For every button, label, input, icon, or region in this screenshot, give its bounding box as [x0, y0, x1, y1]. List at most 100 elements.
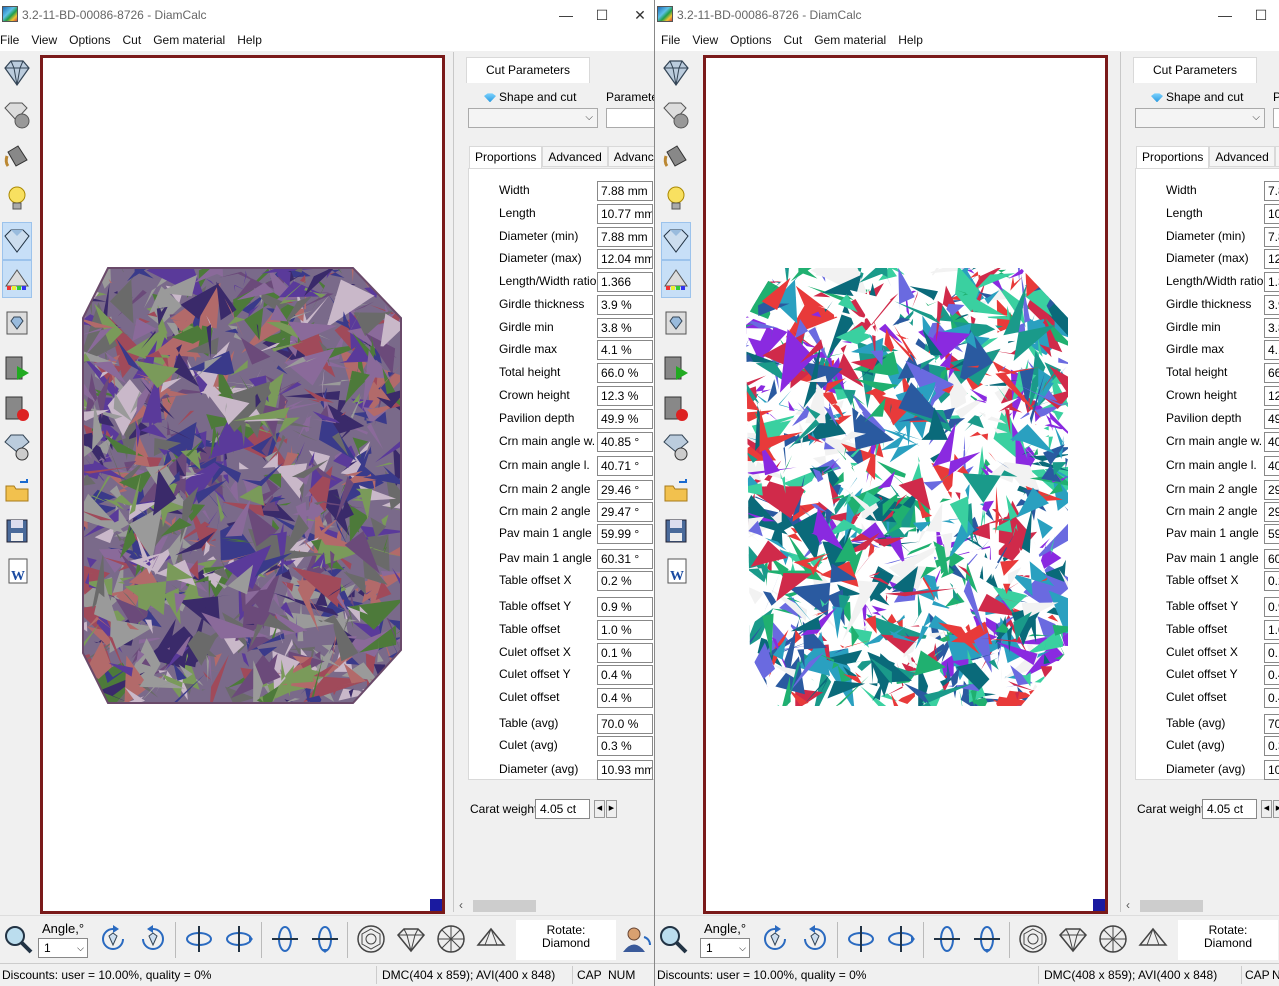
proportion-value-field[interactable]: 59: [1264, 524, 1279, 544]
rotate-vertical-left-icon[interactable]: [843, 922, 879, 956]
video-play-icon[interactable]: [661, 350, 691, 388]
proportion-value-field[interactable]: 0.4: [1264, 665, 1279, 685]
proportion-value-field[interactable]: 60: [1264, 549, 1279, 569]
proportion-value-field[interactable]: 29.47 °: [597, 502, 653, 522]
video-record-icon[interactable]: [661, 390, 691, 428]
proportion-value-field[interactable]: 12: [1264, 386, 1279, 406]
view-bottom-icon[interactable]: [433, 922, 469, 956]
carat-weight-field[interactable]: 4.05 ct: [1202, 799, 1257, 819]
menu-file[interactable]: File: [0, 30, 25, 50]
proportion-value-field[interactable]: 1.3: [1264, 272, 1279, 292]
view-side-icon[interactable]: [393, 922, 429, 956]
save-disk-icon[interactable]: [661, 512, 691, 550]
proportion-value-field[interactable]: 1.366: [597, 272, 653, 292]
zoom-icon[interactable]: [655, 922, 691, 956]
light-bulb-icon[interactable]: [2, 180, 32, 218]
menu-view[interactable]: View: [686, 30, 724, 50]
proportion-value-field[interactable]: 49: [1264, 409, 1279, 429]
scroll-left-icon[interactable]: ‹: [1126, 898, 1130, 912]
carat-weight-field[interactable]: 4.05 ct: [535, 799, 590, 819]
save-disk-icon[interactable]: [2, 512, 32, 550]
menu-view[interactable]: View: [25, 30, 63, 50]
gem-wheel-icon[interactable]: [2, 428, 32, 466]
shape-dropdown[interactable]: ⌵: [1135, 108, 1265, 128]
scroll-thumb[interactable]: [473, 900, 536, 912]
tab-advanced-2[interactable]: Ad: [1274, 146, 1279, 167]
proportion-value-field[interactable]: 7.8: [1264, 181, 1279, 201]
proportion-value-field[interactable]: 66.0 %: [597, 363, 653, 383]
gem-view-canvas[interactable]: [703, 55, 1108, 914]
angle-select[interactable]: 1 ⌵: [700, 938, 750, 958]
diamond-render-icon[interactable]: [661, 222, 691, 260]
rotate-mode-box[interactable]: Rotate: Diamond: [516, 920, 616, 960]
rotate-cw-icon[interactable]: [95, 922, 131, 956]
tab-proportions[interactable]: Proportions: [1136, 146, 1210, 169]
proportion-value-field[interactable]: 7.8: [1264, 227, 1279, 247]
angle-select[interactable]: 1 ⌵: [38, 938, 88, 958]
proportion-value-field[interactable]: 12: [1264, 249, 1279, 269]
menu-help[interactable]: Help: [231, 30, 268, 50]
video-play-icon[interactable]: [2, 350, 32, 388]
menu-cut[interactable]: Cut: [117, 30, 148, 50]
zoom-icon[interactable]: [0, 922, 36, 956]
view-top-icon[interactable]: [353, 922, 389, 956]
proportion-value-field[interactable]: 12.04 mm: [597, 249, 653, 269]
proportion-value-field[interactable]: 29: [1264, 502, 1279, 522]
menu-gem-material[interactable]: Gem material: [147, 30, 231, 50]
proportion-value-field[interactable]: 10: [1264, 760, 1279, 780]
proportion-value-field[interactable]: 0.9 %: [597, 597, 653, 617]
rotate-vertical-left-icon[interactable]: [181, 922, 217, 956]
menu-file[interactable]: File: [655, 30, 686, 50]
open-folder-icon[interactable]: [2, 472, 32, 510]
maximize-button[interactable]: ☐: [592, 6, 612, 24]
proportion-value-field[interactable]: 0.4 %: [597, 688, 653, 708]
proportion-value-field[interactable]: 59.99 °: [597, 524, 653, 544]
proportion-value-field[interactable]: 1.0: [1264, 620, 1279, 640]
carat-decrement-button[interactable]: ◀: [1261, 800, 1272, 818]
proportion-value-field[interactable]: 60.31 °: [597, 549, 653, 569]
menu-help[interactable]: Help: [892, 30, 929, 50]
scroll-thumb[interactable]: [1140, 900, 1203, 912]
rotate-horizontal-down-icon[interactable]: [307, 922, 343, 956]
proportion-value-field[interactable]: 0.3: [1264, 736, 1279, 756]
gem-wheel-icon[interactable]: [661, 428, 691, 466]
rotate-cw-icon[interactable]: [757, 922, 793, 956]
tab-cut-parameters[interactable]: Cut Parameters: [1133, 57, 1257, 83]
scroll-left-icon[interactable]: ‹: [459, 898, 463, 912]
proportion-value-field[interactable]: 4.1 %: [597, 340, 653, 360]
gem-sphere-icon[interactable]: [2, 96, 32, 134]
word-export-icon[interactable]: W: [2, 552, 32, 590]
carat-decrement-button[interactable]: ◀: [594, 800, 605, 818]
proportion-value-field[interactable]: 7.88 mm: [597, 181, 653, 201]
proportion-value-field[interactable]: 3.8 %: [597, 318, 653, 338]
proportion-value-field[interactable]: 12.3 %: [597, 386, 653, 406]
proportion-value-field[interactable]: 0.1 %: [597, 643, 653, 663]
proportion-value-field[interactable]: 0.2 %: [597, 571, 653, 591]
light-bulb-icon[interactable]: [661, 180, 691, 218]
proportion-value-field[interactable]: 70: [1264, 714, 1279, 734]
diamond-view-icon[interactable]: [2, 54, 32, 92]
open-folder-icon[interactable]: [661, 472, 691, 510]
rotate-ccw-icon[interactable]: [797, 922, 833, 956]
panel-scrollbar[interactable]: ‹: [1121, 897, 1279, 912]
tab-cut-parameters[interactable]: Cut Parameters: [466, 57, 590, 83]
proportion-value-field[interactable]: 40.71 °: [597, 456, 653, 476]
proportion-value-field[interactable]: 0.4: [1264, 688, 1279, 708]
proportion-value-field[interactable]: 1.0 %: [597, 620, 653, 640]
shape-dropdown[interactable]: ⌵: [468, 108, 598, 128]
proportion-value-field[interactable]: 40.85 °: [597, 432, 653, 452]
gem-sphere-icon[interactable]: [661, 96, 691, 134]
paint-bucket-icon[interactable]: [2, 138, 32, 176]
rotate-vertical-right-icon[interactable]: [221, 922, 257, 956]
proportion-value-field[interactable]: 49.9 %: [597, 409, 653, 429]
proportion-value-field[interactable]: 70.0 %: [597, 714, 653, 734]
rotate-horizontal-up-icon[interactable]: [267, 922, 303, 956]
proportion-value-field[interactable]: 7.88 mm: [597, 227, 653, 247]
menu-cut[interactable]: Cut: [778, 30, 809, 50]
proportion-value-field[interactable]: 40: [1264, 456, 1279, 476]
rotate-horizontal-down-icon[interactable]: [969, 922, 1005, 956]
panel-scrollbar[interactable]: ‹›: [454, 897, 654, 912]
spectrum-prism-icon[interactable]: [661, 260, 691, 298]
diamond-render-icon[interactable]: [2, 222, 32, 260]
carat-increment-button[interactable]: ▶: [606, 800, 617, 818]
